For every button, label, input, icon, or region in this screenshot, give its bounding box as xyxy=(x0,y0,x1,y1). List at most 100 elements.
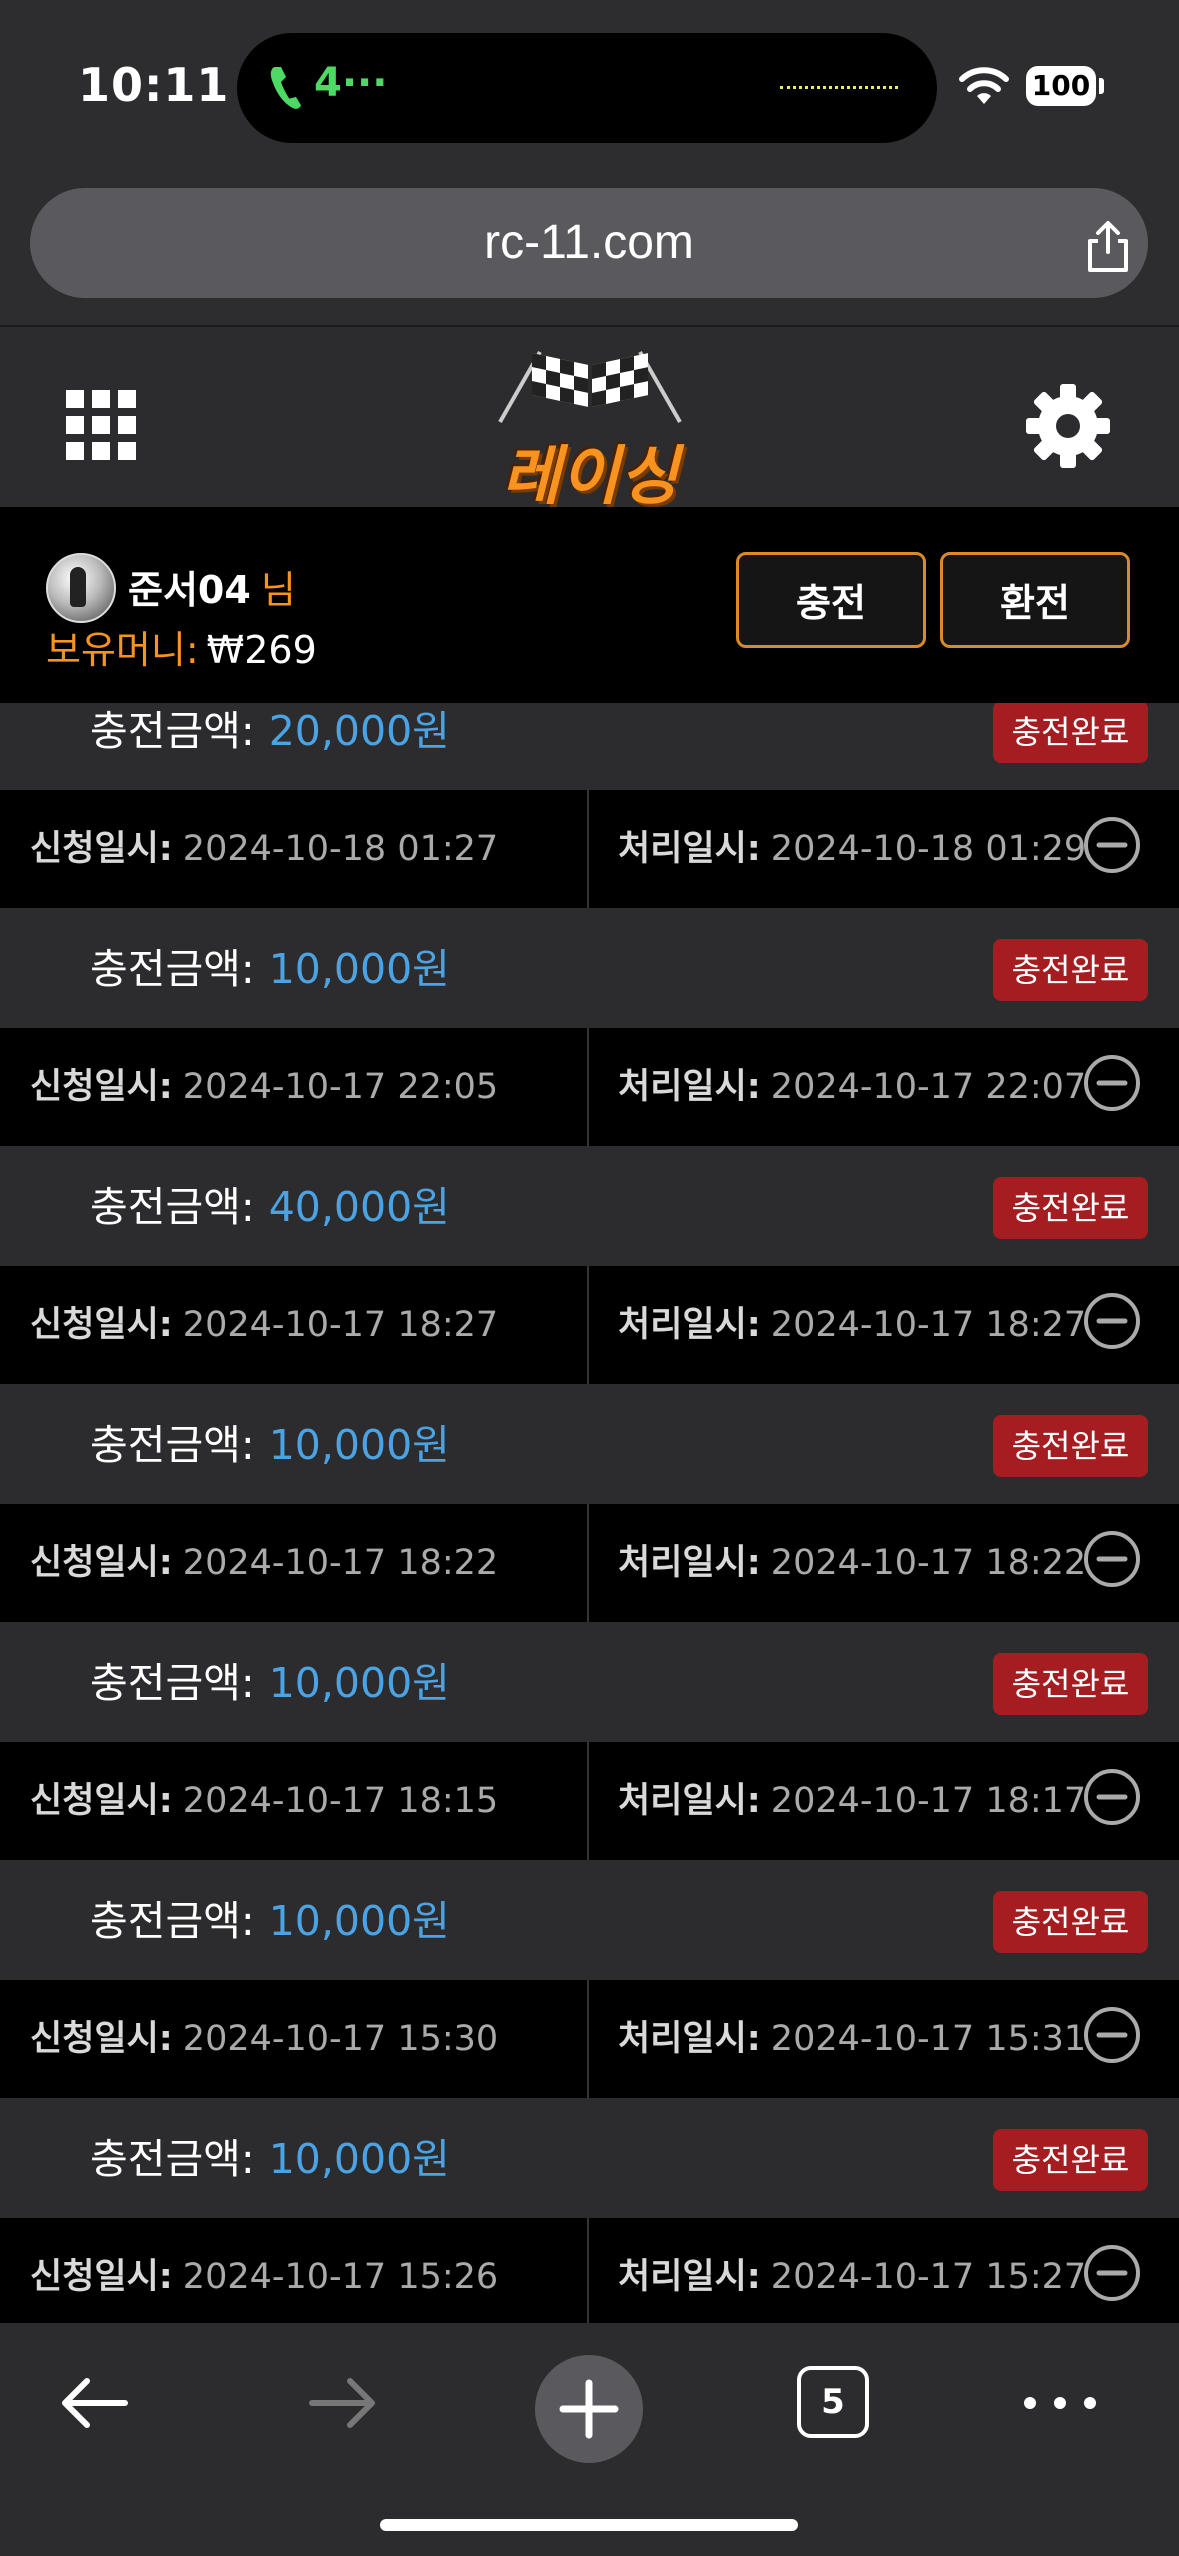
wifi-icon xyxy=(959,67,1009,104)
processed-date: 처리일시: 2024-10-17 15:27 xyxy=(618,2218,1086,2323)
status-badge: 충전완료 xyxy=(993,939,1148,1001)
audio-indicator xyxy=(780,86,898,89)
request-date-value: 2024-10-17 15:30 xyxy=(182,2019,499,2059)
status-time: 10:11 xyxy=(78,58,230,112)
request-date-key: 신청일시: xyxy=(30,2019,173,2059)
username-honorific: 님 xyxy=(260,568,296,612)
processed-date: 처리일시: 2024-10-18 01:29 xyxy=(618,790,1086,908)
username: 준서04 님 xyxy=(128,559,296,614)
request-date: 신청일시: 2024-10-17 15:30 xyxy=(30,1980,498,2098)
request-date-value: 2024-10-17 15:26 xyxy=(182,2257,499,2297)
amount-label: 충전금액: 10,000원 xyxy=(90,1624,450,1742)
status-bar: 10:11 4··· 100 xyxy=(0,0,1179,175)
request-date-value: 2024-10-17 18:22 xyxy=(182,1543,499,1583)
amount-key: 충전금액: xyxy=(90,2135,255,2183)
request-date: 신청일시: 2024-10-18 01:27 xyxy=(30,790,498,908)
amount-key: 충전금액: xyxy=(90,945,255,993)
minus-circle-icon[interactable] xyxy=(1082,2005,1142,2065)
request-date: 신청일시: 2024-10-17 22:05 xyxy=(30,1028,498,1146)
processed-date-value: 2024-10-17 18:22 xyxy=(770,1543,1087,1583)
request-date: 신청일시: 2024-10-17 15:26 xyxy=(30,2218,498,2323)
status-badge: 충전완료 xyxy=(993,1415,1148,1477)
record-amount-row: 충전금액: 10,000원 충전완료 xyxy=(0,1862,1179,1980)
username-text: 준서04 xyxy=(128,568,251,612)
record-dates-row: 신청일시: 2024-10-17 18:15 처리일시: 2024-10-17 18:… xyxy=(0,1742,1179,1862)
grid-menu-icon[interactable] xyxy=(66,390,136,460)
amount-value: 10,000원 xyxy=(268,2135,450,2183)
more-icon[interactable] xyxy=(1020,2383,1100,2423)
processed-date: 처리일시: 2024-10-17 18:17 xyxy=(618,1742,1086,1860)
record-dates-row: 신청일시: 2024-10-18 01:27 처리일시: 2024-10-18 01:… xyxy=(0,790,1179,910)
request-date: 신청일시: 2024-10-17 18:15 xyxy=(30,1742,498,1860)
record-dates-row: 신청일시: 2024-10-17 15:30 처리일시: 2024-10-17 15:… xyxy=(0,1980,1179,2100)
charge-button[interactable]: 충전 xyxy=(736,552,926,648)
processed-date: 처리일시: 2024-10-17 18:27 xyxy=(618,1266,1086,1384)
share-icon[interactable] xyxy=(1080,218,1136,274)
request-date-key: 신청일시: xyxy=(30,1067,173,1107)
battery-level: 100 xyxy=(1026,66,1096,106)
request-date-value: 2024-10-17 18:15 xyxy=(182,1781,499,1821)
amount-key: 충전금액: xyxy=(90,1897,255,1945)
amount-value: 10,000원 xyxy=(268,1421,450,1469)
minus-circle-icon[interactable] xyxy=(1082,2243,1142,2303)
minus-circle-icon[interactable] xyxy=(1082,1767,1142,1827)
processed-date-value: 2024-10-17 15:27 xyxy=(770,2257,1087,2297)
processed-date: 처리일시: 2024-10-17 22:07 xyxy=(618,1028,1086,1146)
minus-circle-icon[interactable] xyxy=(1082,1529,1142,1589)
forward-arrow-icon[interactable] xyxy=(302,2363,382,2443)
site-logo[interactable]: 레이싱 xyxy=(470,347,710,514)
new-tab-button[interactable] xyxy=(535,2355,643,2463)
balance-value: ₩269 xyxy=(206,628,317,672)
minus-circle-icon[interactable] xyxy=(1082,1053,1142,1113)
request-date-value: 2024-10-17 22:05 xyxy=(182,1067,499,1107)
request-date-key: 신청일시: xyxy=(30,1781,173,1821)
exchange-button[interactable]: 환전 xyxy=(940,552,1130,648)
gear-icon[interactable] xyxy=(1024,382,1112,470)
column-divider xyxy=(587,1504,589,1622)
record-amount-row: 충전금액: 10,000원 충전완료 xyxy=(0,2100,1179,2218)
charge-history-list[interactable]: 충전금액: 20,000원충전완료 신청일시: 2024-10-18 01:27 처리일… xyxy=(0,703,1179,2323)
back-arrow-icon[interactable] xyxy=(55,2363,135,2443)
amount-label: 충전금액: 10,000원 xyxy=(90,910,450,1028)
tabs-button[interactable]: 5 xyxy=(797,2366,869,2438)
record-dates-row: 신청일시: 2024-10-17 18:22 처리일시: 2024-10-17 18:… xyxy=(0,1504,1179,1624)
checkered-flags-icon xyxy=(498,351,682,423)
record-dates-row: 신청일시: 2024-10-17 18:27 처리일시: 2024-10-17 18:… xyxy=(0,1266,1179,1386)
request-date-key: 신청일시: xyxy=(30,1543,173,1583)
request-date-key: 신청일시: xyxy=(30,1305,173,1345)
processed-date: 처리일시: 2024-10-17 15:31 xyxy=(618,1980,1086,2098)
request-date: 신청일시: 2024-10-17 18:22 xyxy=(30,1504,498,1622)
processed-date-key: 처리일시: xyxy=(618,829,761,869)
column-divider xyxy=(587,1266,589,1384)
battery-tip xyxy=(1099,78,1104,94)
site-header: 레이싱 xyxy=(0,325,1179,514)
minus-circle-icon[interactable] xyxy=(1082,1291,1142,1351)
processed-date-key: 처리일시: xyxy=(618,1067,761,1107)
processed-date-value: 2024-10-17 22:07 xyxy=(770,1067,1087,1107)
logo-text: 레이싱 xyxy=(501,440,679,514)
column-divider xyxy=(587,2218,589,2323)
amount-key: 충전금액: xyxy=(90,1421,255,1469)
processed-date-value: 2024-10-18 01:29 xyxy=(770,829,1087,869)
amount-value: 40,000원 xyxy=(268,1183,450,1231)
request-date-value: 2024-10-17 18:27 xyxy=(182,1305,499,1345)
minus-circle-icon[interactable] xyxy=(1082,815,1142,875)
balance: 보유머니: ₩269 xyxy=(46,619,317,674)
request-date-key: 신청일시: xyxy=(30,829,173,869)
browser-address-area: rc-11.com xyxy=(0,175,1179,325)
amount-key: 충전금액: xyxy=(90,1659,255,1707)
amount-value: 20,000원 xyxy=(268,707,450,755)
column-divider xyxy=(587,1980,589,2098)
url-text[interactable]: rc-11.com xyxy=(30,188,1148,298)
processed-date-key: 처리일시: xyxy=(618,1781,761,1821)
column-divider xyxy=(587,1028,589,1146)
request-date-key: 신청일시: xyxy=(30,2257,173,2297)
address-bar[interactable]: rc-11.com xyxy=(30,188,1148,298)
amount-label: 충전금액: 10,000원 xyxy=(90,1386,450,1504)
amount-key: 충전금액: xyxy=(90,1183,255,1231)
phone-icon xyxy=(270,67,301,109)
avatar[interactable] xyxy=(46,553,116,623)
status-badge: 충전완료 xyxy=(993,1653,1148,1715)
processed-date-key: 처리일시: xyxy=(618,1543,761,1583)
user-info-bar: 준서04 님 보유머니: ₩269 충전 환전 xyxy=(0,507,1179,703)
